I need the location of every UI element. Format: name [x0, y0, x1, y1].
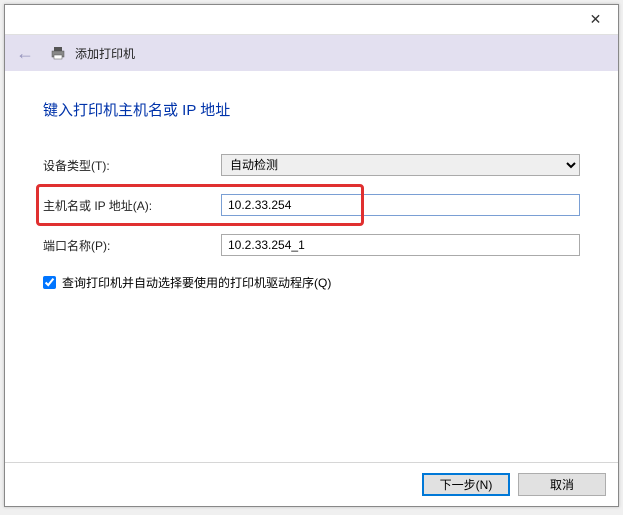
back-button[interactable]: ←	[13, 41, 37, 65]
device-type-row: 设备类型(T): 自动检测	[43, 154, 580, 176]
close-icon: ✕	[590, 11, 602, 28]
next-button[interactable]: 下一步(N)	[422, 473, 510, 496]
close-button[interactable]: ✕	[573, 5, 618, 35]
hostname-input[interactable]	[221, 194, 580, 216]
port-input[interactable]	[221, 234, 580, 256]
back-arrow-icon: ←	[16, 43, 34, 64]
page-heading: 键入打印机主机名或 IP 地址	[43, 99, 580, 120]
device-type-label: 设备类型(T):	[43, 157, 221, 174]
cancel-button[interactable]: 取消	[518, 473, 606, 496]
port-row: 端口名称(P):	[43, 234, 580, 256]
printer-icon	[49, 44, 67, 62]
query-checkbox-row: 查询打印机并自动选择要使用的打印机驱动程序(Q)	[43, 274, 580, 291]
wizard-header: ← 添加打印机	[5, 35, 618, 71]
footer-bar: 下一步(N) 取消	[5, 462, 618, 506]
query-checkbox-label: 查询打印机并自动选择要使用的打印机驱动程序(Q)	[62, 274, 331, 291]
wizard-title: 添加打印机	[75, 45, 135, 62]
content-area: 键入打印机主机名或 IP 地址 设备类型(T): 自动检测 主机名或 IP 地址…	[5, 71, 618, 301]
port-label: 端口名称(P):	[43, 237, 221, 254]
hostname-row: 主机名或 IP 地址(A):	[43, 194, 580, 216]
query-checkbox[interactable]	[43, 276, 56, 289]
device-type-select[interactable]: 自动检测	[221, 154, 580, 176]
hostname-label: 主机名或 IP 地址(A):	[43, 197, 221, 214]
titlebar: ✕	[5, 5, 618, 35]
dialog-window: ✕ ← 添加打印机 键入打印机主机名或 IP 地址 设备类型(T): 自动检测	[4, 4, 619, 507]
